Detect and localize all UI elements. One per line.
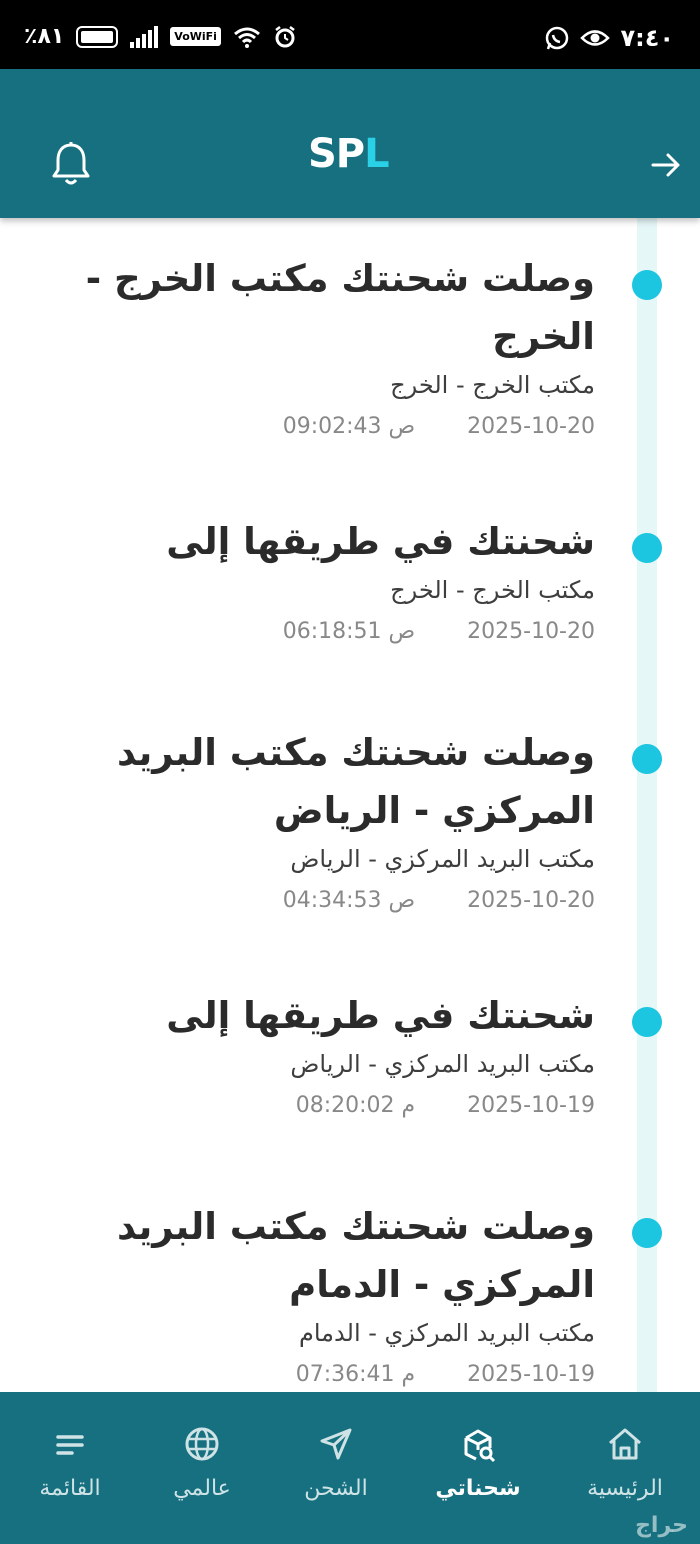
event-location: مكتب الخرج - الخرج [390,371,595,399]
event-title: وصلت شحنتك مكتب البريد المركزي - الرياض [116,731,595,832]
event-meta: 09:02:43 ص 2025-10-20 [35,410,595,444]
timeline-dot [632,1218,662,1248]
event-title: شحنتك في طريقها إلى [166,520,595,563]
event-title: وصلت شحنتك مكتب الخرج - الخرج [85,257,595,358]
timeline-dot [632,744,662,774]
bottom-navigation: الرئيسية شحناتي الشحن عالمي القائمة حراج [0,1392,700,1544]
nav-global-label: عالمي [173,1476,231,1501]
arrow-right-icon[interactable] [650,149,682,181]
timeline-dot [632,1007,662,1037]
timeline-event: شحنتك في طريقها إلى مكتب الخرج - الخرج 0… [35,513,662,649]
timeline-event: شحنتك في طريقها إلى مكتب البريد المركزي … [35,987,662,1123]
nav-shipping-label: الشحن [304,1476,368,1501]
event-meta: 06:18:51 ص 2025-10-20 [35,615,595,649]
timeline-event: وصلت شحنتك مكتب البريد المركزي - الرياض … [35,724,662,918]
event-location: مكتب البريد المركزي - الرياض [290,845,595,873]
nav-shipments[interactable]: شحناتي [408,1424,548,1501]
globe-icon [185,1427,219,1461]
logo-l-text: L [364,131,389,177]
event-meta: 08:20:02 م 2025-10-19 [35,1089,595,1123]
whatsapp-icon [546,26,569,50]
status-right: ٧:٤٠ [544,24,674,52]
package-search-icon [464,1429,496,1463]
signal-icon [130,25,159,48]
wifi-icon [234,27,260,48]
event-date: 2025-10-19 [467,1362,595,1387]
vowifi-badge: VoWiFi [170,27,221,46]
timeline-dot [632,533,662,563]
timeline-event: وصلت شحنتك مكتب البريد المركزي - الدمام … [35,1198,662,1392]
event-title: شحنتك في طريقها إلى [166,994,595,1037]
event-time: 08:20:02 م [295,1093,416,1118]
event-meta: 04:34:53 ص 2025-10-20 [35,884,595,918]
event-location: مكتب الخرج - الخرج [390,576,595,604]
logo-sp-text: SP [308,131,365,177]
timeline-dot [632,270,662,300]
nav-global[interactable]: عالمي [132,1424,272,1501]
event-location: مكتب البريد المركزي - الدمام [299,1319,595,1347]
battery-percent: ٪٨١ [24,24,65,49]
shipment-timeline[interactable]: وصلت شحنتك مكتب الخرج - الخرج مكتب الخرج… [0,218,700,1392]
nav-home-label: الرئيسية [587,1476,663,1501]
event-time: 06:18:51 ص [282,619,416,644]
bell-icon[interactable] [50,141,92,187]
watermark-logo: حراج [635,1513,688,1538]
event-title: وصلت شحنتك مكتب البريد المركزي - الدمام [116,1205,595,1306]
nav-menu-label: القائمة [39,1476,101,1501]
battery-icon [76,25,119,48]
status-left: ٪٨١ VoWiFi [24,24,297,49]
nav-home[interactable]: الرئيسية [555,1424,695,1501]
alarm-icon [275,25,295,47]
event-location: مكتب البريد المركزي - الرياض [290,1050,595,1078]
send-icon [320,1428,352,1460]
timeline-event: وصلت شحنتك مكتب الخرج - الخرج مكتب الخرج… [35,250,662,444]
event-date: 2025-10-20 [467,888,595,913]
menu-icon [56,1435,84,1455]
eye-icon [580,30,611,46]
app-logo: SPL [308,131,390,177]
timeline-track [637,218,657,1392]
event-date: 2025-10-19 [467,1093,595,1118]
clock-time: ٧:٤٠ [620,24,674,52]
app-header: SPL [0,69,700,218]
event-meta: 07:36:41 م 2025-10-19 [35,1358,595,1392]
status-bar: ٪٨١ VoWiFi ٧:٤٠ [0,0,700,69]
home-icon [609,1428,641,1460]
event-date: 2025-10-20 [467,414,595,439]
nav-shipping[interactable]: الشحن [266,1424,406,1501]
nav-menu[interactable]: القائمة [0,1424,140,1501]
event-time: 07:36:41 م [295,1362,416,1387]
event-date: 2025-10-20 [467,619,595,644]
event-time: 09:02:43 ص [282,414,416,439]
event-time: 04:34:53 ص [282,888,416,913]
nav-shipments-label: شحناتي [435,1476,521,1501]
